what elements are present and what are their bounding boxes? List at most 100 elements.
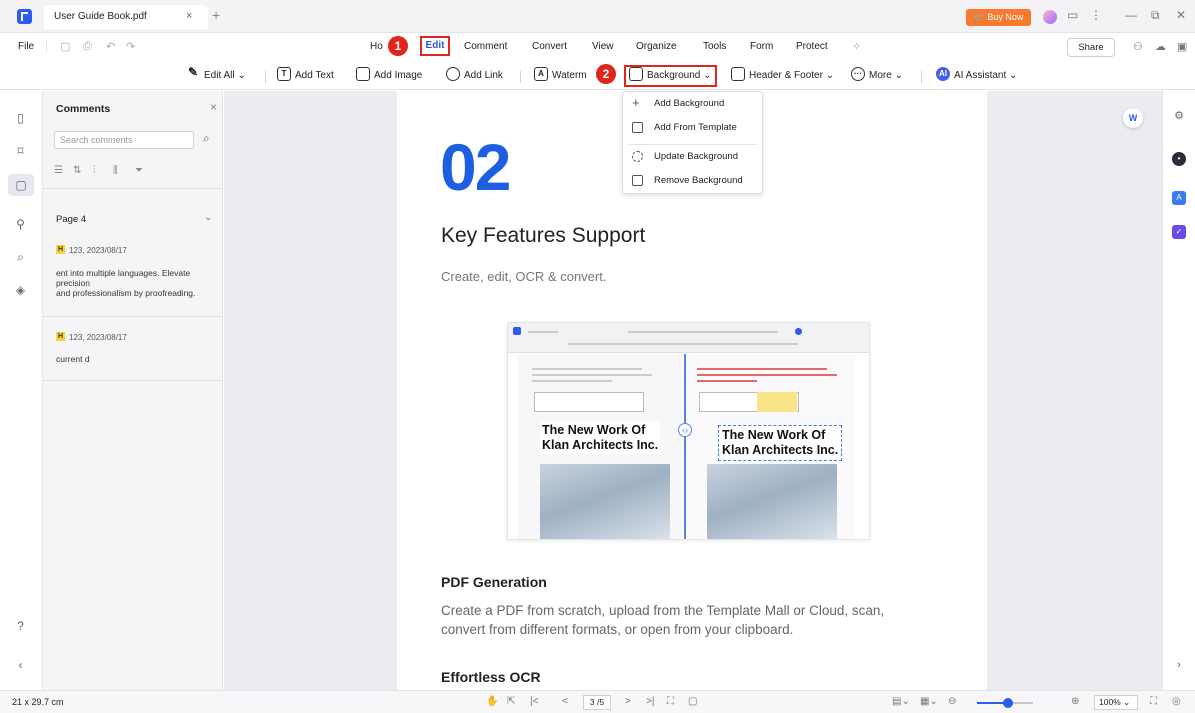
menu-item-update-background[interactable]: Update Background [623,145,762,169]
avatar[interactable] [1043,10,1057,24]
collapse-left-icon[interactable]: ‹ [13,658,28,673]
close-tab-icon[interactable]: × [186,10,192,22]
add-text-button[interactable]: T Add Text [277,67,334,85]
last-page-icon[interactable]: >| [646,696,654,707]
chevron-down-icon: ⌄ [825,70,835,81]
zoom-slider-handle[interactable] [1002,698,1013,708]
comment-text[interactable]: current d [56,354,216,364]
close-window-button[interactable]: ✕ [1176,8,1186,22]
close-panel-icon[interactable]: × [210,100,217,114]
filter-author-icon[interactable]: ⫶ [93,165,96,176]
add-image-button[interactable]: Add Image [356,67,422,85]
menu-item-add-from-template[interactable]: Add From Template [623,116,762,140]
right-sidebar-rail: ⚙ • A ✓ › [1162,91,1195,690]
menu-item-label: Update Background [654,151,738,162]
panel-divider [43,316,222,317]
redo-icon[interactable]: ↷ [126,40,135,53]
header-footer-button[interactable]: Header & Footer ⌄ [731,67,834,85]
first-page-icon[interactable]: |< [530,696,538,707]
new-tab-button[interactable]: + [212,7,220,23]
page-layout-icon[interactable]: ▤⌄ [892,696,910,707]
reading-mode-icon[interactable]: ▦⌄ [920,696,938,707]
menu-comment[interactable]: Comment [464,41,507,52]
embedded-page-original: The New Work Of Klan Architects Inc. [518,354,683,539]
restore-button[interactable]: ⧉ [1151,8,1160,23]
menu-tools[interactable]: Tools [703,41,726,52]
more-button[interactable]: ··· More ⌄ [851,67,903,85]
menu-home[interactable]: Ho [370,41,383,52]
menu-item-remove-background[interactable]: Remove Background [623,169,762,193]
ai-check-icon[interactable]: ✓ [1172,225,1186,239]
menu-view[interactable]: View [592,41,614,52]
menu-edit[interactable]: Edit [420,36,450,56]
search-icon[interactable]: ⌕ [203,131,210,146]
properties-icon[interactable]: ⚙ [1172,109,1186,123]
fit-page-icon[interactable]: ⛶ [667,696,674,707]
zoom-slider[interactable] [977,698,1033,708]
layers-icon[interactable]: ◈ [13,283,28,298]
embedded-page-edited: The New Work Of Klan Architects Inc. [687,354,855,539]
page-group-label[interactable]: Page 4 [56,214,86,225]
buy-now-button[interactable]: 🛒 Buy Now [966,9,1031,26]
filter-type-icon[interactable]: ⫼ [113,165,118,176]
select-tool-icon[interactable]: ⇱ [507,696,515,707]
settings-icon[interactable]: ◎ [1172,696,1181,707]
menu-file[interactable]: File [18,41,34,52]
chevron-down-icon[interactable]: ⌄ [204,212,212,223]
fullscreen-icon[interactable]: ▢ [688,696,697,707]
filter-icon[interactable]: ⏷ [135,165,143,176]
minimize-button[interactable]: — [1125,8,1137,22]
link-icon [446,67,460,82]
list-view-icon[interactable]: ☰ [54,165,63,176]
menu-convert[interactable]: Convert [532,41,567,52]
prev-page-icon[interactable]: < [562,696,568,707]
chat-icon[interactable]: ▭ [1067,8,1078,22]
search-comments-input[interactable]: Search comments [54,131,194,149]
fit-width-icon[interactable]: ⛶ [1150,696,1157,707]
attachment-icon[interactable]: ⚲ [13,217,28,232]
document-tab[interactable]: User Guide Book.pdf × [44,5,208,29]
help-icon[interactable]: ? [13,619,28,634]
users-icon[interactable]: ⚇ [1133,40,1143,53]
floating-ai-icon[interactable]: W [1123,108,1143,128]
ai-assistant-button[interactable]: AI AI Assistant ⌄ [936,67,1017,85]
menu-organize[interactable]: Organize [636,41,677,52]
share-button[interactable]: Share [1067,38,1115,57]
print-icon[interactable]: ⎙ [83,40,92,53]
search-icon[interactable]: ⌕ [13,250,28,265]
step-badge-1: 1 [388,36,408,56]
hand-tool-icon[interactable]: ✋ [486,696,498,707]
cloud-upload-icon[interactable]: ☁ [1155,40,1166,53]
edit-all-button[interactable]: ✎ Edit All ⌄ [186,66,246,85]
add-link-button[interactable]: Add Link [446,67,503,85]
zoom-level-select[interactable]: 100% ⌄ [1094,695,1138,710]
undo-icon[interactable]: ↶ [106,40,115,53]
menu-item-add-background[interactable]: + Add Background [623,92,762,116]
sort-icon[interactable]: ⇅ [73,165,81,176]
collapse-right-icon[interactable]: › [1172,658,1186,672]
chatbot-icon[interactable]: • [1172,152,1186,166]
watermark-button[interactable]: A Waterm [534,67,587,85]
embedded-heading-line: Klan Architects Inc. [722,443,839,457]
embedded-app-toolbar [508,323,869,353]
page-number-input[interactable]: 3 /5 [583,695,611,710]
comment-text-content: current d [56,354,90,364]
zoom-in-icon[interactable]: ⊕ [1071,696,1079,707]
thumbnail-icon[interactable]: ▯ [13,111,28,126]
zoom-out-icon[interactable]: ⊖ [948,696,956,707]
comment-text[interactable]: ent into multiple languages. Elevate pre… [56,268,216,298]
next-page-icon[interactable]: > [625,696,631,707]
embedded-heading-line: Klan Architects Inc. [542,438,659,452]
panel-icon[interactable]: ▣ [1177,40,1187,53]
watermark-label: Waterm [552,70,587,81]
bookmark-icon[interactable]: ⌑ [13,144,28,159]
save-icon[interactable]: ▢ [60,40,70,53]
more-icon[interactable]: ⋮ [1090,8,1102,22]
comment-icon[interactable]: ▢ [8,174,34,196]
menu-form[interactable]: Form [750,41,773,52]
lightbulb-icon[interactable]: ✧ [852,40,861,53]
translate-icon[interactable]: A [1172,191,1186,205]
background-button[interactable]: Background ⌄ [624,65,717,87]
app-logo-icon [513,327,521,335]
menu-protect[interactable]: Protect [796,41,828,52]
